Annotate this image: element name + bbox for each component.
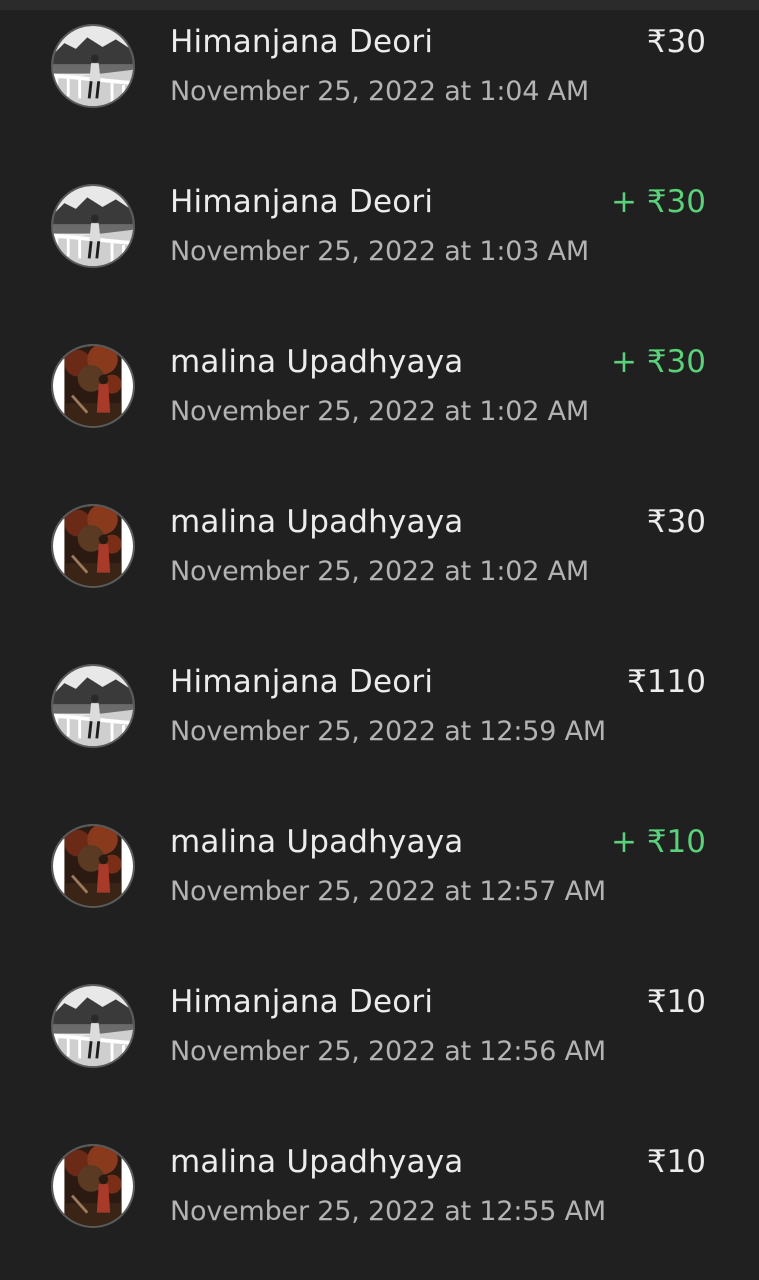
contact-name: malina Upadhyaya <box>170 1144 464 1180</box>
contact-name: Himanjana Deori <box>170 184 434 220</box>
transaction-row[interactable]: malina Upadhyaya November 25, 2022 at 1:… <box>0 480 759 640</box>
transaction-row[interactable]: malina Upadhyaya November 25, 2022 at 1:… <box>0 320 759 480</box>
contact-name: Himanjana Deori <box>170 664 434 700</box>
transaction-row[interactable]: Himanjana Deori November 25, 2022 at 12:… <box>0 640 759 800</box>
transaction-row[interactable]: Himanjana Deori November 25, 2022 at 1:0… <box>0 160 759 320</box>
transaction-date: November 25, 2022 at 1:03 AM <box>170 236 589 267</box>
avatar <box>51 824 135 908</box>
transaction-row[interactable]: malina Upadhyaya November 25, 2022 at 12… <box>0 1120 759 1280</box>
transaction-row[interactable]: Himanjana Deori November 25, 2022 at 1:0… <box>0 0 759 160</box>
transaction-amount: + ₹10 <box>611 824 706 860</box>
avatar <box>51 504 135 588</box>
transaction-amount: ₹30 <box>646 504 706 540</box>
transaction-date: November 25, 2022 at 12:55 AM <box>170 1196 606 1227</box>
avatar <box>51 344 135 428</box>
avatar <box>51 24 135 108</box>
transaction-amount: ₹10 <box>646 984 706 1020</box>
transaction-amount: ₹30 <box>646 24 706 60</box>
contact-name: malina Upadhyaya <box>170 824 464 860</box>
transaction-date: November 25, 2022 at 12:57 AM <box>170 876 606 907</box>
transaction-amount: + ₹30 <box>611 344 706 380</box>
contact-name: Himanjana Deori <box>170 24 434 60</box>
transaction-date: November 25, 2022 at 12:59 AM <box>170 716 606 747</box>
transaction-date: November 25, 2022 at 1:02 AM <box>170 396 589 427</box>
transaction-amount: ₹110 <box>627 664 706 700</box>
contact-name: malina Upadhyaya <box>170 504 464 540</box>
contact-name: malina Upadhyaya <box>170 344 464 380</box>
avatar <box>51 984 135 1068</box>
contact-name: Himanjana Deori <box>170 984 434 1020</box>
transaction-date: November 25, 2022 at 1:02 AM <box>170 556 589 587</box>
avatar <box>51 1144 135 1228</box>
avatar <box>51 184 135 268</box>
avatar <box>51 664 135 748</box>
transaction-date: November 25, 2022 at 12:56 AM <box>170 1036 606 1067</box>
transaction-row[interactable]: Himanjana Deori November 25, 2022 at 12:… <box>0 960 759 1120</box>
transaction-row[interactable]: malina Upadhyaya November 25, 2022 at 12… <box>0 800 759 960</box>
transaction-amount: ₹10 <box>646 1144 706 1180</box>
transaction-amount: + ₹30 <box>611 184 706 220</box>
transaction-date: November 25, 2022 at 1:04 AM <box>170 76 589 107</box>
